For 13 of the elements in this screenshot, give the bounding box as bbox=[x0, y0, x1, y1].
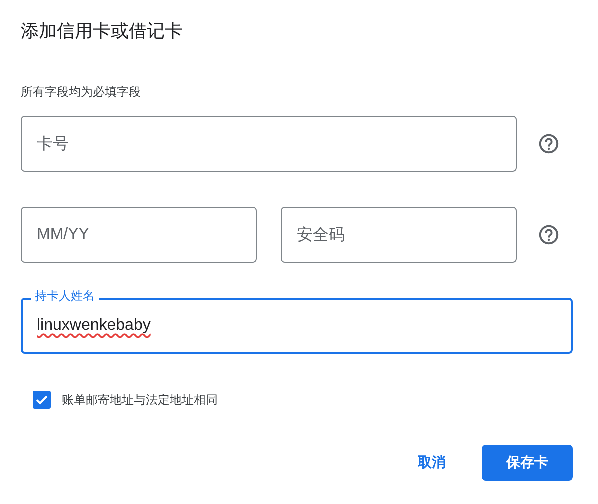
cancel-button[interactable]: 取消 bbox=[404, 445, 460, 481]
required-note: 所有字段均为必填字段 bbox=[21, 84, 142, 100]
field-label: 持卡人姓名 bbox=[31, 289, 99, 303]
dialog-title: 添加信用卡或借记卡 bbox=[21, 20, 184, 44]
checkbox[interactable] bbox=[33, 391, 51, 409]
help-icon[interactable] bbox=[539, 134, 559, 154]
checkbox-label: 账单邮寄地址与法定地址相同 bbox=[62, 392, 218, 408]
input-field[interactable]: 安全码 bbox=[281, 207, 517, 263]
field-value: linuxwenkebaby bbox=[37, 317, 151, 335]
input-field[interactable]: MM/YY bbox=[21, 207, 257, 263]
help-icon[interactable] bbox=[539, 225, 559, 245]
save-button[interactable]: 保存卡 bbox=[482, 445, 573, 481]
input-field[interactable]: 卡号 bbox=[21, 116, 517, 172]
